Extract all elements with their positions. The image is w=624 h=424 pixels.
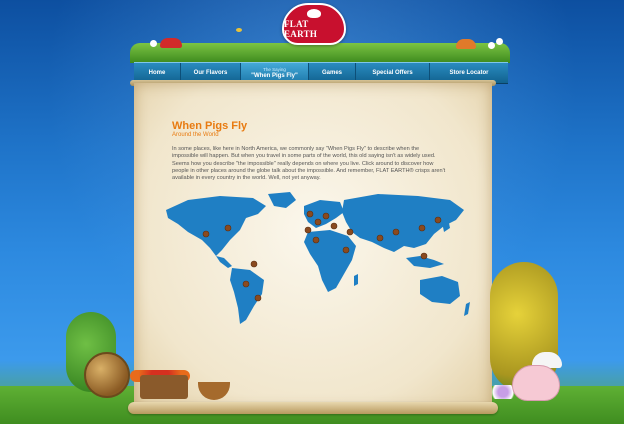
bee-icon bbox=[236, 28, 242, 32]
map-pin[interactable] bbox=[392, 228, 400, 236]
world-map bbox=[158, 188, 474, 328]
header-grass bbox=[130, 43, 510, 63]
map-pin[interactable] bbox=[330, 222, 338, 230]
scroll-roll bbox=[128, 402, 498, 414]
flower-icon bbox=[488, 42, 495, 49]
continent-africa bbox=[304, 230, 356, 292]
nav-label: Our Flavors bbox=[193, 70, 228, 76]
continent-greenland bbox=[268, 192, 296, 208]
nav-label: Home bbox=[148, 70, 166, 76]
map-pin[interactable] bbox=[342, 246, 350, 254]
map-pin[interactable] bbox=[376, 234, 384, 242]
map-pin[interactable] bbox=[322, 212, 330, 220]
crate-decoration bbox=[140, 375, 188, 399]
map-pin[interactable] bbox=[420, 252, 428, 260]
flower-icon bbox=[496, 38, 503, 45]
map-pin[interactable] bbox=[254, 294, 262, 302]
page-subtitle: Around the World bbox=[172, 132, 219, 138]
map-pin[interactable] bbox=[224, 224, 232, 232]
intro-paragraph: In some places, like here in North Ameri… bbox=[172, 146, 446, 182]
flat-earth-logo[interactable]: FLAT EARTH bbox=[282, 3, 346, 45]
map-pin[interactable] bbox=[304, 226, 312, 234]
nav-label: Special Offers bbox=[372, 70, 413, 76]
map-pin[interactable] bbox=[306, 210, 314, 218]
logo-text: FLAT EARTH bbox=[284, 19, 318, 39]
island-new-zealand bbox=[464, 302, 470, 316]
map-pin[interactable] bbox=[314, 218, 322, 226]
map-pin[interactable] bbox=[202, 230, 210, 238]
mushroom-icon bbox=[456, 39, 476, 49]
nav-label: Games bbox=[321, 70, 342, 76]
flying-pig-icon bbox=[512, 365, 560, 401]
flower-icon bbox=[150, 40, 157, 47]
map-pin[interactable] bbox=[346, 228, 354, 236]
globe-icon bbox=[84, 352, 130, 398]
map-pin[interactable] bbox=[250, 260, 258, 268]
map-pin[interactable] bbox=[242, 280, 250, 288]
nav-label: "When Pigs Fly" bbox=[251, 73, 298, 79]
map-pin[interactable] bbox=[434, 216, 442, 224]
island-madagascar bbox=[354, 274, 358, 286]
page-title: When Pigs Fly bbox=[172, 120, 248, 132]
continent-australia bbox=[420, 276, 460, 304]
world-map-svg bbox=[166, 192, 470, 324]
mushroom-icon bbox=[160, 38, 182, 48]
nav-label: Store Locator bbox=[449, 70, 489, 76]
map-pin[interactable] bbox=[418, 224, 426, 232]
map-pin[interactable] bbox=[312, 236, 320, 244]
bird-icon bbox=[307, 9, 321, 18]
continent-north-america bbox=[166, 196, 266, 256]
nav-kicker: The Saying bbox=[263, 67, 286, 72]
continent-central-america bbox=[216, 256, 232, 268]
